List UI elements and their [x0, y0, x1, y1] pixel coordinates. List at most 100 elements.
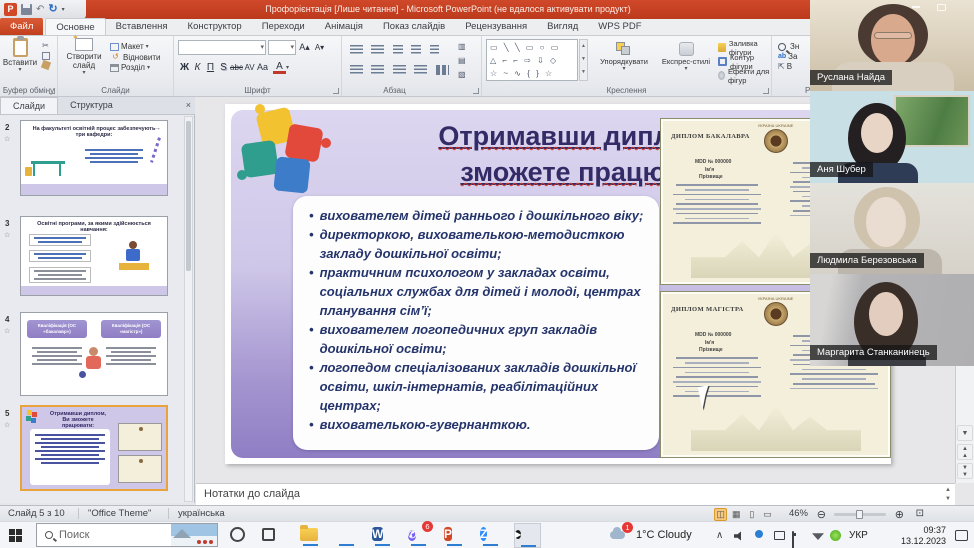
- panel-close-icon[interactable]: ×: [186, 100, 191, 110]
- justify-icon[interactable]: [414, 65, 427, 75]
- columns-icon[interactable]: [436, 65, 449, 75]
- increase-indent-icon[interactable]: [411, 45, 421, 55]
- panel-scroll-thumb[interactable]: [186, 121, 191, 271]
- text-direction-icon[interactable]: ▥: [458, 40, 466, 54]
- format-painter-icon[interactable]: [41, 60, 51, 70]
- powerpoint-button[interactable]: P: [444, 525, 465, 546]
- search-weather-thumbnail[interactable]: [171, 524, 217, 546]
- tab-view[interactable]: Вигляд: [537, 18, 588, 35]
- current-slide[interactable]: Отримавши диплом, Ви зможете працювати: …: [225, 104, 891, 464]
- save-icon[interactable]: [21, 4, 32, 15]
- notes-bar[interactable]: Нотатки до слайда ▲ ▼: [196, 483, 955, 505]
- font-color-caret-icon[interactable]: ▾: [286, 65, 289, 71]
- notes-up-icon[interactable]: ▲: [945, 487, 951, 493]
- animation-star-icon[interactable]: ☆: [4, 231, 10, 239]
- tray-expand-icon[interactable]: ∧: [716, 530, 723, 541]
- shapes-scroll-down-icon[interactable]: ▼: [580, 53, 587, 66]
- antivirus-icon[interactable]: [830, 530, 841, 541]
- firefox-button[interactable]: [336, 525, 357, 546]
- arrange-button[interactable]: Упорядкувати ▾: [592, 42, 656, 72]
- layout-button[interactable]: Макет▾: [110, 42, 161, 51]
- media-player-button-active[interactable]: ▶: [514, 523, 541, 548]
- animation-star-icon[interactable]: ☆: [4, 327, 10, 335]
- slide-sorter-icon[interactable]: ▦: [730, 509, 743, 520]
- video-tile-3[interactable]: Людмила Березовська: [810, 183, 974, 274]
- redo-icon[interactable]: ↻: [48, 4, 57, 15]
- minimize-icon[interactable]: [912, 6, 920, 8]
- weather-tray-icon[interactable]: 1: [610, 527, 627, 538]
- scroll-down-button[interactable]: ▼: [957, 425, 973, 441]
- zoom-out-icon[interactable]: ⊖: [817, 508, 826, 521]
- animation-star-icon[interactable]: ☆: [4, 421, 10, 429]
- quick-styles-button[interactable]: Експрес-стилі ▾: [658, 42, 714, 72]
- slide-thumbnail-4[interactable]: Кваліфікація (ОС «бакалавр») Кваліфікаці…: [20, 312, 168, 396]
- font-color-button[interactable]: A: [273, 61, 286, 74]
- tab-slideshow[interactable]: Показ слайдів: [373, 18, 455, 35]
- font-dialog-launcher-icon[interactable]: [333, 88, 339, 94]
- character-spacing-button[interactable]: AV: [243, 60, 256, 75]
- task-view-button[interactable]: [262, 528, 283, 548]
- drawing-dialog-launcher-icon[interactable]: [763, 88, 769, 94]
- next-slide-button[interactable]: ▼▼: [957, 463, 973, 479]
- start-button[interactable]: [9, 529, 22, 542]
- theme-name[interactable]: "Office Theme": [88, 508, 151, 519]
- qat-dropdown-icon[interactable]: ▾: [62, 6, 65, 13]
- decrease-indent-icon[interactable]: [393, 45, 403, 55]
- convert-smartart-icon[interactable]: ▧: [458, 68, 466, 82]
- tab-insert[interactable]: Вставлення: [106, 18, 178, 35]
- align-right-icon[interactable]: [393, 65, 406, 75]
- panel-scrollbar[interactable]: [184, 116, 193, 502]
- keyboard-language[interactable]: УКР: [849, 530, 868, 541]
- fit-to-window-icon[interactable]: ⊡: [916, 508, 924, 519]
- battery-icon[interactable]: [792, 531, 794, 548]
- notes-down-icon[interactable]: ▼: [945, 496, 951, 502]
- align-left-icon[interactable]: [350, 65, 363, 75]
- zoom-button[interactable]: Z: [480, 525, 501, 546]
- font-name-combobox[interactable]: [178, 40, 266, 55]
- reading-view-icon[interactable]: ▯: [745, 509, 758, 520]
- word-button[interactable]: W: [372, 525, 393, 546]
- tab-review[interactable]: Рецензування: [455, 18, 537, 35]
- cut-icon[interactable]: ✂: [40, 41, 51, 51]
- powerpoint-logo-icon[interactable]: P: [4, 3, 17, 16]
- language-indicator[interactable]: українська: [178, 508, 225, 519]
- numbering-icon[interactable]: [371, 45, 384, 55]
- grow-font-button[interactable]: A▴: [298, 40, 311, 55]
- tab-animations[interactable]: Анімація: [315, 18, 373, 35]
- cortana-button[interactable]: [230, 527, 251, 548]
- device-icon[interactable]: [774, 531, 785, 540]
- previous-slide-button[interactable]: ▲▲: [957, 444, 973, 460]
- align-text-icon[interactable]: ▤: [458, 54, 466, 68]
- notification-center-icon[interactable]: [955, 530, 968, 541]
- new-slide-button[interactable]: Створити слайд ▾: [60, 38, 108, 76]
- bold-button[interactable]: Ж: [178, 60, 191, 75]
- volume-icon[interactable]: [734, 531, 744, 541]
- text-shadow-button[interactable]: S: [217, 60, 230, 75]
- video-tile-1[interactable]: Руслана Найда: [810, 0, 974, 91]
- notes-placeholder[interactable]: Нотатки до слайда: [204, 488, 300, 500]
- font-size-combobox[interactable]: [268, 40, 296, 55]
- bullets-icon[interactable]: [350, 45, 363, 55]
- zoom-slider-thumb[interactable]: [856, 510, 863, 519]
- strikethrough-button[interactable]: abc: [230, 60, 243, 75]
- tab-transitions[interactable]: Переходи: [252, 18, 315, 35]
- zoom-in-icon[interactable]: ⊕: [895, 508, 904, 521]
- find-button[interactable]: Зн: [778, 42, 799, 51]
- video-tile-2[interactable]: Аня Шубер: [810, 91, 974, 183]
- animation-star-icon[interactable]: ☆: [4, 135, 10, 143]
- reset-button[interactable]: ↺Відновити: [110, 52, 161, 62]
- shapes-scroll-up-icon[interactable]: ▲: [580, 40, 587, 53]
- slideshow-icon[interactable]: ▭: [761, 509, 774, 520]
- shapes-more-icon[interactable]: ▼: [580, 66, 587, 79]
- line-spacing-icon[interactable]: [430, 45, 439, 55]
- section-button[interactable]: Розділ▾: [110, 63, 161, 72]
- shrink-font-button[interactable]: A▾: [313, 40, 326, 55]
- file-explorer-button[interactable]: [300, 525, 321, 546]
- paragraph-dialog-launcher-icon[interactable]: [473, 88, 479, 94]
- wifi-icon[interactable]: [812, 531, 824, 540]
- shapes-scroll[interactable]: ▲ ▼ ▼: [579, 39, 588, 81]
- align-center-icon[interactable]: [371, 65, 384, 75]
- slide-thumbnail-5-selected[interactable]: Отримавши диплом, Ви зможете працювати:: [20, 405, 168, 491]
- video-tile-4[interactable]: Маргарита Станканинець: [810, 274, 974, 366]
- tab-design[interactable]: Конструктор: [178, 18, 252, 35]
